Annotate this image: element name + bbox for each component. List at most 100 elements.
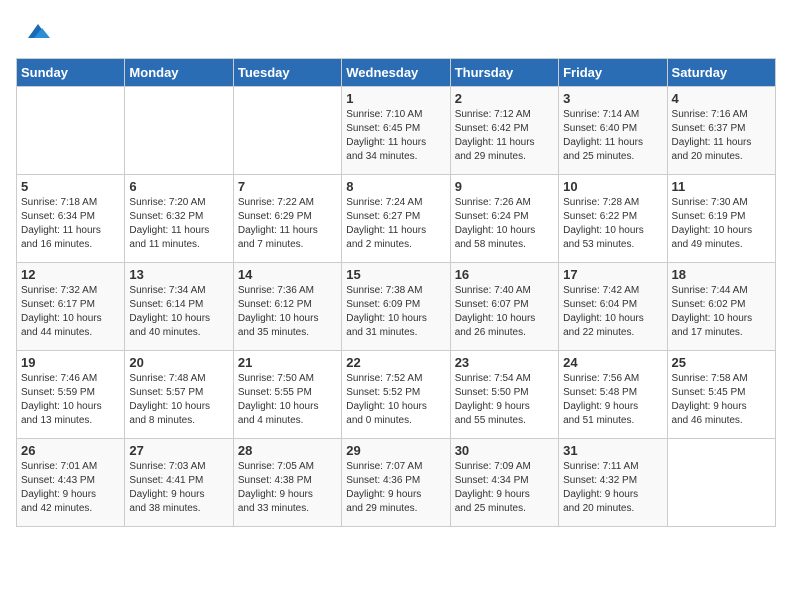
day-number: 25 (672, 355, 771, 370)
calendar-table: SundayMondayTuesdayWednesdayThursdayFrid… (16, 58, 776, 527)
week-row-4: 19Sunrise: 7:46 AM Sunset: 5:59 PM Dayli… (17, 351, 776, 439)
day-info: Sunrise: 7:40 AM Sunset: 6:07 PM Dayligh… (455, 284, 554, 340)
day-number: 7 (238, 179, 337, 194)
day-cell: 19Sunrise: 7:46 AM Sunset: 5:59 PM Dayli… (17, 351, 125, 439)
day-number: 15 (346, 267, 445, 282)
day-number: 18 (672, 267, 771, 282)
day-cell: 1 Sunrise: 7:10 AM Sunset: 6:45 PM Daylig… (342, 87, 450, 175)
day-cell (233, 87, 341, 175)
day-cell: 13 Sunrise: 7:34 AM Sunset: 6:14 PM Dayli… (125, 263, 233, 351)
day-info: Sunrise: 7:32 AM Sunset: 6:17 PM Dayligh… (21, 284, 120, 340)
day-info: Sunrise: 7:48 AM Sunset: 5:57 PM Dayligh… (129, 372, 228, 428)
day-cell: 25 Sunrise: 7:58 AM Sunset: 5:45 PM Dayli… (667, 351, 775, 439)
week-row-1: 1 Sunrise: 7:10 AM Sunset: 6:45 PM Daylig… (17, 87, 776, 175)
day-cell: 5 Sunrise: 7:18 AM Sunset: 6:34 PM Daylig… (17, 175, 125, 263)
day-number: 20 (129, 355, 228, 370)
day-cell: 7 Sunrise: 7:22 AM Sunset: 6:29 PM Daylig… (233, 175, 341, 263)
day-number: 16 (455, 267, 554, 282)
day-number: 11 (672, 179, 771, 194)
day-cell (125, 87, 233, 175)
day-cell: 16 Sunrise: 7:40 AM Sunset: 6:07 PM Dayli… (450, 263, 558, 351)
day-info: Sunrise: 7:03 AM Sunset: 4:41 PM Dayligh… (129, 460, 228, 516)
day-number: 17 (563, 267, 662, 282)
day-number: 6 (129, 179, 228, 194)
day-number: 3 (563, 91, 662, 106)
day-cell: 28 Sunrise: 7:05 AM Sunset: 4:38 PM Dayli… (233, 439, 341, 527)
day-number: 2 (455, 91, 554, 106)
day-info: Sunrise: 7:12 AM Sunset: 6:42 PM Dayligh… (455, 108, 554, 164)
day-number: 9 (455, 179, 554, 194)
day-cell: 15Sunrise: 7:38 AM Sunset: 6:09 PM Dayli… (342, 263, 450, 351)
day-info: Sunrise: 7:18 AM Sunset: 6:34 PM Dayligh… (21, 196, 120, 252)
day-cell (17, 87, 125, 175)
day-info: Sunrise: 7:24 AM Sunset: 6:27 PM Dayligh… (346, 196, 445, 252)
day-cell: 29 Sunrise: 7:07 AM Sunset: 4:36 PM Dayli… (342, 439, 450, 527)
column-header-wednesday: Wednesday (342, 59, 450, 87)
day-number: 21 (238, 355, 337, 370)
day-number: 29 (346, 443, 445, 458)
day-info: Sunrise: 7:44 AM Sunset: 6:02 PM Dayligh… (672, 284, 771, 340)
day-info: Sunrise: 7:16 AM Sunset: 6:37 PM Dayligh… (672, 108, 771, 164)
page-header (16, 16, 776, 46)
day-number: 22 (346, 355, 445, 370)
day-cell: 21 Sunrise: 7:50 AM Sunset: 5:55 PM Dayli… (233, 351, 341, 439)
day-number: 12 (21, 267, 120, 282)
week-row-5: 26 Sunrise: 7:01 AM Sunset: 4:43 PM Dayli… (17, 439, 776, 527)
day-number: 5 (21, 179, 120, 194)
column-header-tuesday: Tuesday (233, 59, 341, 87)
day-info: Sunrise: 7:58 AM Sunset: 5:45 PM Dayligh… (672, 372, 771, 428)
day-number: 31 (563, 443, 662, 458)
day-cell: 30 Sunrise: 7:09 AM Sunset: 4:34 PM Dayli… (450, 439, 558, 527)
header-row: SundayMondayTuesdayWednesdayThursdayFrid… (17, 59, 776, 87)
day-cell: 9 Sunrise: 7:26 AM Sunset: 6:24 PM Daylig… (450, 175, 558, 263)
day-info: Sunrise: 7:10 AM Sunset: 6:45 PM Dayligh… (346, 108, 445, 164)
day-info: Sunrise: 7:14 AM Sunset: 6:40 PM Dayligh… (563, 108, 662, 164)
day-number: 24 (563, 355, 662, 370)
week-row-2: 5 Sunrise: 7:18 AM Sunset: 6:34 PM Daylig… (17, 175, 776, 263)
day-number: 4 (672, 91, 771, 106)
day-info: Sunrise: 7:28 AM Sunset: 6:22 PM Dayligh… (563, 196, 662, 252)
column-header-monday: Monday (125, 59, 233, 87)
day-info: Sunrise: 7:52 AM Sunset: 5:52 PM Dayligh… (346, 372, 445, 428)
day-cell: 14Sunrise: 7:36 AM Sunset: 6:12 PM Dayli… (233, 263, 341, 351)
day-number: 27 (129, 443, 228, 458)
day-info: Sunrise: 7:05 AM Sunset: 4:38 PM Dayligh… (238, 460, 337, 516)
day-cell: 6 Sunrise: 7:20 AM Sunset: 6:32 PM Daylig… (125, 175, 233, 263)
column-header-thursday: Thursday (450, 59, 558, 87)
day-info: Sunrise: 7:07 AM Sunset: 4:36 PM Dayligh… (346, 460, 445, 516)
day-info: Sunrise: 7:20 AM Sunset: 6:32 PM Dayligh… (129, 196, 228, 252)
day-info: Sunrise: 7:30 AM Sunset: 6:19 PM Dayligh… (672, 196, 771, 252)
day-info: Sunrise: 7:42 AM Sunset: 6:04 PM Dayligh… (563, 284, 662, 340)
day-info: Sunrise: 7:09 AM Sunset: 4:34 PM Dayligh… (455, 460, 554, 516)
day-cell: 12 Sunrise: 7:32 AM Sunset: 6:17 PM Dayli… (17, 263, 125, 351)
day-number: 26 (21, 443, 120, 458)
day-cell: 24 Sunrise: 7:56 AM Sunset: 5:48 PM Dayli… (559, 351, 667, 439)
day-number: 28 (238, 443, 337, 458)
day-cell: 20 Sunrise: 7:48 AM Sunset: 5:57 PM Dayli… (125, 351, 233, 439)
day-cell: 10Sunrise: 7:28 AM Sunset: 6:22 PM Dayli… (559, 175, 667, 263)
day-number: 23 (455, 355, 554, 370)
day-cell: 26 Sunrise: 7:01 AM Sunset: 4:43 PM Dayli… (17, 439, 125, 527)
logo (16, 16, 50, 46)
day-number: 1 (346, 91, 445, 106)
column-header-saturday: Saturday (667, 59, 775, 87)
day-number: 8 (346, 179, 445, 194)
day-info: Sunrise: 7:56 AM Sunset: 5:48 PM Dayligh… (563, 372, 662, 428)
day-info: Sunrise: 7:22 AM Sunset: 6:29 PM Dayligh… (238, 196, 337, 252)
day-info: Sunrise: 7:26 AM Sunset: 6:24 PM Dayligh… (455, 196, 554, 252)
day-cell: 17 Sunrise: 7:42 AM Sunset: 6:04 PM Dayli… (559, 263, 667, 351)
week-row-3: 12 Sunrise: 7:32 AM Sunset: 6:17 PM Dayli… (17, 263, 776, 351)
day-cell: 31 Sunrise: 7:11 AM Sunset: 4:32 PM Dayli… (559, 439, 667, 527)
day-info: Sunrise: 7:46 AM Sunset: 5:59 PM Dayligh… (21, 372, 120, 428)
day-number: 30 (455, 443, 554, 458)
day-cell: 3 Sunrise: 7:14 AM Sunset: 6:40 PM Daylig… (559, 87, 667, 175)
day-cell: 18 Sunrise: 7:44 AM Sunset: 6:02 PM Dayli… (667, 263, 775, 351)
day-info: Sunrise: 7:50 AM Sunset: 5:55 PM Dayligh… (238, 372, 337, 428)
day-info: Sunrise: 7:34 AM Sunset: 6:14 PM Dayligh… (129, 284, 228, 340)
column-header-friday: Friday (559, 59, 667, 87)
day-info: Sunrise: 7:01 AM Sunset: 4:43 PM Dayligh… (21, 460, 120, 516)
day-cell: 11 Sunrise: 7:30 AM Sunset: 6:19 PM Dayli… (667, 175, 775, 263)
day-info: Sunrise: 7:11 AM Sunset: 4:32 PM Dayligh… (563, 460, 662, 516)
day-info: Sunrise: 7:36 AM Sunset: 6:12 PM Dayligh… (238, 284, 337, 340)
day-number: 13 (129, 267, 228, 282)
